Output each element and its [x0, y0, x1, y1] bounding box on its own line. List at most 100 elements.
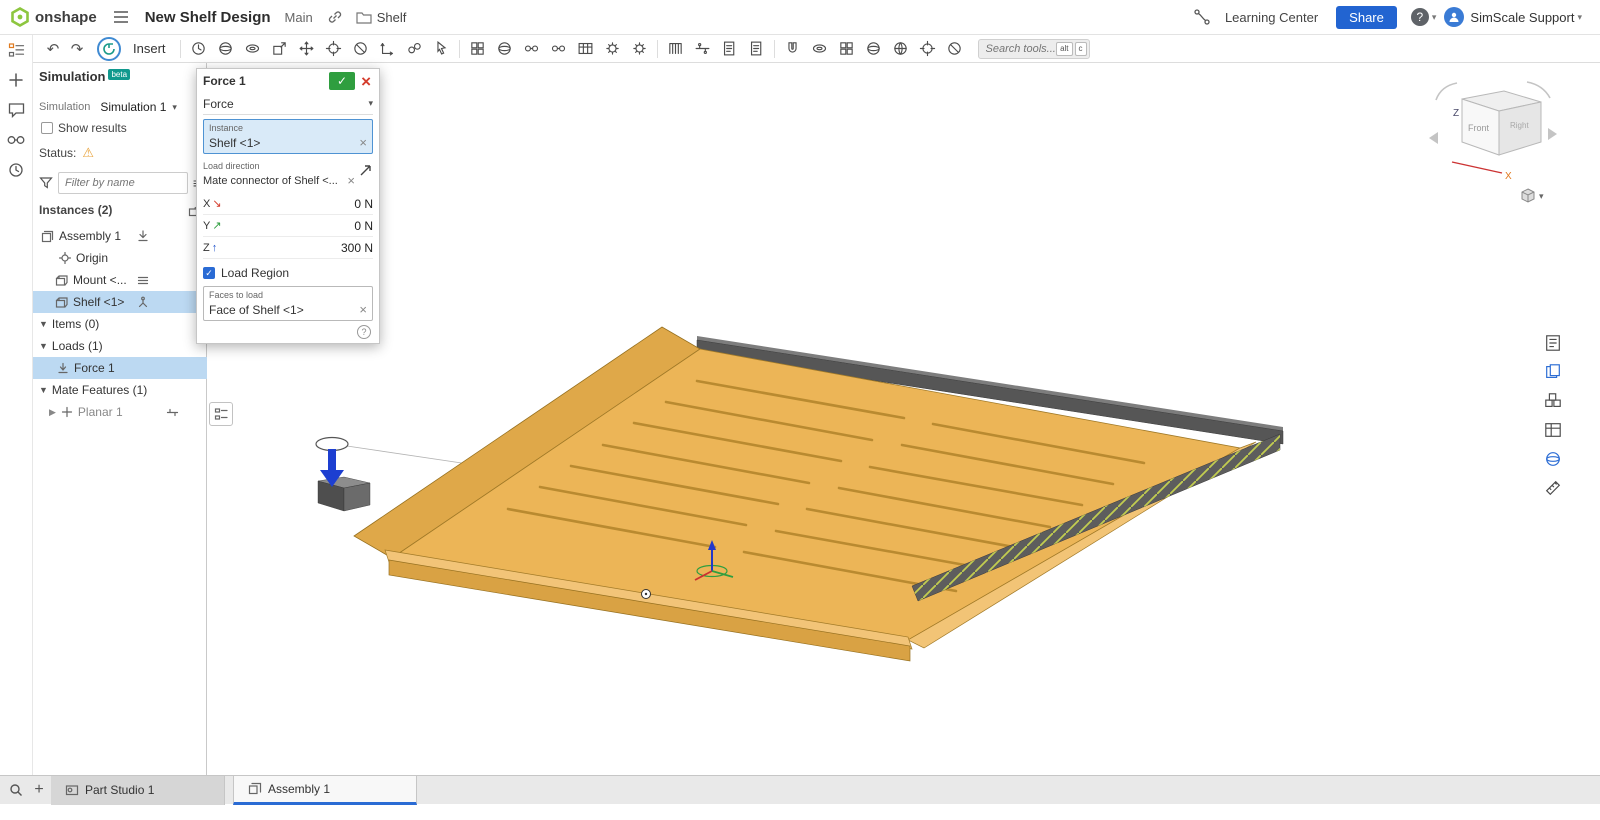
insert-icon[interactable] [266, 37, 293, 61]
add-tab-button[interactable]: + [27, 781, 51, 799]
follow-mode-icon[interactable] [6, 130, 26, 150]
tree-item-mount[interactable]: Mount <... [33, 269, 207, 291]
force-x-input[interactable]: 0 N [233, 197, 373, 211]
chevron-right-icon[interactable]: ▶ [49, 407, 56, 418]
display-states-panel-icon[interactable] [1542, 419, 1564, 441]
load-region-checkbox[interactable]: ✓ Load Region [203, 264, 373, 282]
mate-connector-icon[interactable] [320, 37, 347, 61]
fix-icon[interactable] [137, 230, 149, 242]
view-options-button[interactable]: ▾ [1520, 188, 1544, 204]
sheet-icon[interactable] [743, 37, 770, 61]
share-button[interactable]: Share [1336, 5, 1397, 29]
measure-icon[interactable] [914, 37, 941, 61]
material-panel-icon[interactable] [1542, 448, 1564, 470]
clear-direction-icon[interactable]: × [347, 173, 355, 188]
drawing-icon[interactable] [716, 37, 743, 61]
user-avatar[interactable] [1444, 7, 1465, 27]
measure-panel-icon[interactable] [1542, 477, 1564, 499]
cancel-button[interactable]: × [359, 73, 373, 90]
load-type-select[interactable]: Force ▾ [203, 93, 373, 115]
suppress-icon[interactable] [347, 37, 374, 61]
tab-part-studio[interactable]: Part Studio 1 [51, 775, 225, 805]
redo-button[interactable]: ↷ [65, 40, 89, 58]
hamburger-menu-icon[interactable] [113, 10, 129, 24]
tree-toggle-button[interactable] [209, 402, 233, 426]
history-icon[interactable] [6, 160, 26, 180]
rack-relation-icon[interactable] [626, 37, 653, 61]
select-icon[interactable] [428, 37, 455, 61]
active-tool-button[interactable] [97, 36, 121, 61]
gear-relation-icon[interactable] [599, 37, 626, 61]
cylindrical-mate-icon[interactable] [518, 37, 545, 61]
parallel-mate-icon[interactable] [545, 37, 572, 61]
revolute-icon[interactable] [239, 37, 266, 61]
show-results-checkbox[interactable]: Show results [41, 121, 127, 135]
tree-item-shelf[interactable]: Shelf <1> [33, 291, 207, 313]
tripod-icon[interactable] [137, 296, 149, 308]
tab-assembly[interactable]: Assembly 1 [233, 775, 417, 805]
add-icon[interactable] [6, 70, 26, 90]
clear-faces-icon[interactable]: × [359, 302, 367, 317]
force-x-row[interactable]: X ↘ 0 N [203, 193, 373, 215]
configuration-panel-icon[interactable] [1542, 390, 1564, 412]
link-icon[interactable] [327, 9, 343, 25]
simulation-select[interactable]: Simulation 1 [100, 100, 166, 114]
section-mate-features[interactable]: ▼ Mate Features (1) [33, 379, 207, 401]
clear-instance-icon[interactable]: × [359, 135, 367, 150]
search-tabs-icon[interactable] [5, 783, 27, 797]
undo-button[interactable]: ↶ [41, 40, 65, 58]
slider-mate-icon[interactable] [689, 37, 716, 61]
dialog-help-icon[interactable]: ? [357, 325, 371, 339]
force-y-input[interactable]: 0 N [233, 219, 373, 233]
learning-center-link[interactable]: Learning Center [1225, 10, 1318, 25]
load-type-value: Force [203, 96, 234, 111]
move-icon[interactable] [293, 37, 320, 61]
spherical-mate-icon[interactable] [491, 37, 518, 61]
user-name[interactable]: SimScale Support [1470, 10, 1574, 25]
section-items[interactable]: ▼ Items (0) [33, 313, 207, 335]
tree-item-origin[interactable]: Origin [33, 247, 207, 269]
ball-mate-icon[interactable] [401, 37, 428, 61]
insert-button[interactable]: Insert [133, 41, 166, 56]
sphere-icon[interactable] [212, 37, 239, 61]
mass-properties-icon[interactable] [185, 37, 212, 61]
pattern-icon[interactable] [464, 37, 491, 61]
tree-item-assembly[interactable]: Assembly 1 [33, 225, 207, 247]
animate-mate-icon[interactable] [166, 406, 179, 419]
instance-field[interactable]: Instance Shelf <1> × [203, 119, 373, 154]
direction-pick-icon[interactable] [359, 163, 373, 177]
tree-item-force[interactable]: Force 1 [33, 357, 207, 379]
onshape-logo[interactable]: onshape [10, 7, 97, 27]
ring-icon[interactable] [806, 37, 833, 61]
section-icon[interactable] [941, 37, 968, 61]
loop-icon[interactable] [860, 37, 887, 61]
force-y-row[interactable]: Y ↗ 0 N [203, 215, 373, 237]
checkbox-checked-box[interactable]: ✓ [203, 267, 215, 279]
help-button[interactable]: ? [1410, 8, 1429, 26]
force-z-input[interactable]: 300 N [233, 241, 373, 255]
bom-table-icon[interactable] [572, 37, 599, 61]
load-direction-field[interactable]: Load direction Mate connector of Shelf <… [203, 161, 373, 188]
belt-icon[interactable] [662, 37, 689, 61]
feature-list-icon[interactable] [6, 40, 26, 60]
view-cube[interactable]: Front Right Z X [1428, 78, 1558, 193]
document-panel-icon[interactable] [1542, 332, 1564, 354]
filter-input[interactable] [58, 172, 188, 194]
warning-icon[interactable]: ⚠ [82, 145, 94, 161]
workspace-name[interactable]: Main [285, 10, 313, 25]
faces-to-load-field[interactable]: Faces to load Face of Shelf <1> × [203, 286, 373, 321]
comments-icon[interactable] [6, 100, 26, 120]
tree-item-planar[interactable]: ▶ Planar 1 [33, 401, 207, 423]
force-z-row[interactable]: Z ↑ 300 N [203, 237, 373, 259]
appearance-panel-icon[interactable] [1542, 361, 1564, 383]
magnet-icon[interactable] [779, 37, 806, 61]
versions-icon[interactable] [1193, 8, 1211, 26]
folder-breadcrumb[interactable]: Shelf [356, 10, 406, 25]
axes-icon[interactable] [374, 37, 401, 61]
mesh-icon[interactable] [887, 37, 914, 61]
section-loads[interactable]: ▼ Loads (1) [33, 335, 207, 357]
checkbox-box[interactable] [41, 122, 53, 134]
faces-icon[interactable] [833, 37, 860, 61]
mate-state-icon[interactable] [137, 274, 149, 286]
confirm-button[interactable]: ✓ [329, 72, 356, 90]
